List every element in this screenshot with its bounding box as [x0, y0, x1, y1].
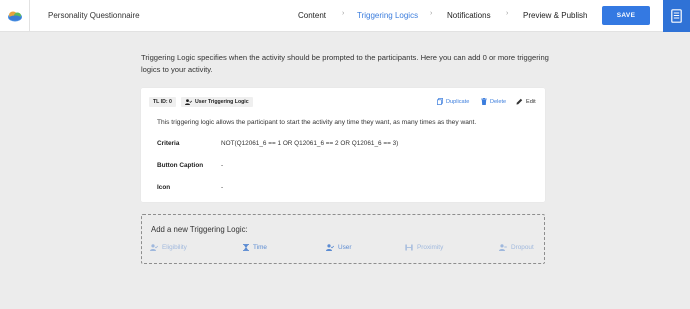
add-time-option[interactable]: Time: [243, 244, 267, 251]
user-check-icon: [185, 99, 192, 105]
hourglass-icon: [243, 244, 249, 251]
duplicate-label: Duplicate: [446, 98, 470, 105]
app-title: Personality Questionnaire: [48, 11, 140, 20]
add-triggering-logic-title: Add a new Triggering Logic:: [151, 225, 248, 234]
triggering-logic-card: TL ID: 0 User Triggering Logic Duplicate…: [141, 88, 545, 202]
criteria-value: NOT(Q12061_6 == 1 OR Q12061_6 == 2 OR Q1…: [221, 140, 399, 147]
button-caption-value: -: [221, 162, 224, 169]
proximity-label: Proximity: [417, 244, 444, 251]
tl-type-badge: User Triggering Logic: [181, 97, 253, 107]
icon-label: Icon: [157, 184, 171, 191]
cloud-logo-icon: [7, 11, 22, 22]
nav-separator: ›: [342, 10, 345, 17]
side-panel-button[interactable]: [663, 0, 690, 32]
save-button[interactable]: SAVE: [602, 6, 650, 25]
add-user-option[interactable]: User: [326, 244, 352, 251]
card-description: This triggering logic allows the partici…: [157, 119, 477, 126]
dropout-label: Dropout: [511, 244, 534, 251]
add-dropout-option[interactable]: Dropout: [499, 244, 534, 251]
eligibility-label: Eligibility: [162, 244, 187, 251]
criteria-label: Criteria: [157, 140, 180, 147]
user-check-icon: [150, 244, 158, 251]
proximity-icon: [405, 244, 413, 251]
top-bar: Personality Questionnaire Content › Trig…: [0, 0, 690, 32]
delete-button[interactable]: Delete: [481, 98, 506, 105]
delete-label: Delete: [490, 98, 507, 105]
intro-text: Triggering Logic specifies when the acti…: [141, 53, 549, 74]
button-caption-label: Button Caption: [157, 162, 204, 169]
user-icon: [326, 244, 334, 251]
edit-button[interactable]: Edit: [516, 98, 536, 105]
nav-triggering-logics[interactable]: Triggering Logics: [357, 11, 418, 20]
nav-notifications[interactable]: Notifications: [447, 11, 491, 20]
nav-content[interactable]: Content: [298, 11, 326, 20]
tl-type-label: User Triggering Logic: [195, 99, 249, 105]
edit-label: Edit: [526, 98, 536, 105]
document-icon: [671, 9, 682, 23]
add-eligibility-option[interactable]: Eligibility: [150, 244, 187, 251]
icon-value: -: [221, 184, 224, 191]
app-logo[interactable]: [0, 0, 30, 32]
trash-icon: [481, 98, 487, 105]
tl-id-badge: TL ID: 0: [149, 97, 176, 107]
nav-preview-publish[interactable]: Preview & Publish: [523, 11, 587, 20]
duplicate-button[interactable]: Duplicate: [437, 98, 469, 105]
user-minus-icon: [499, 244, 507, 251]
pencil-icon: [516, 98, 523, 105]
time-label: Time: [253, 244, 267, 251]
add-triggering-logic-panel: Add a new Triggering Logic: Eligibility …: [141, 214, 545, 264]
add-proximity-option[interactable]: Proximity: [405, 244, 443, 251]
copy-icon: [437, 98, 443, 105]
user-label: User: [338, 244, 352, 251]
nav-separator: ›: [506, 10, 509, 17]
tl-id-label: TL ID: 0: [153, 99, 172, 105]
nav-separator: ›: [430, 10, 433, 17]
